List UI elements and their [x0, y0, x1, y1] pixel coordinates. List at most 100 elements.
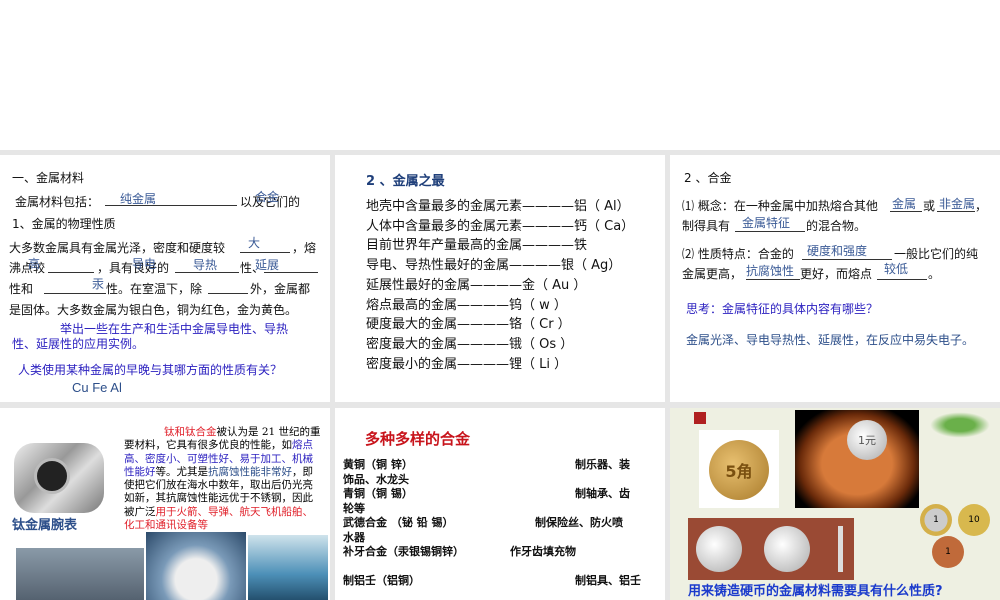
coin-1-yuan: 1元	[847, 420, 887, 460]
text: 高、密度小、可塑性好、易于加工、机械	[124, 452, 313, 465]
question: 思考：金属特征的具体内容有哪些？	[686, 302, 879, 316]
answer: 高	[28, 257, 41, 271]
record-item: 熔点最高的金属————钨（ w ）	[366, 297, 567, 313]
coin-on-table-image: 1元	[795, 410, 919, 508]
coin-5-jiao: 5角	[709, 440, 769, 500]
text: 大多数金属具有金属光泽，密度和硬度较	[9, 241, 226, 255]
slide-metal-records: 2 、金属之最 地壳中含量最多的金属元素————铝（ Al） 人体中含量最多的金属…	[335, 155, 665, 402]
alloy-use: 制乐器、装	[575, 458, 630, 471]
coin	[696, 526, 742, 572]
text: 或	[923, 199, 936, 213]
slide-alloy: 2 、合金 ⑴ 概念：在一种金属中加热熔合其他 金属 或 非金属 ， 制得具有 …	[670, 155, 1000, 402]
text: 使把它们放在海水中数年，取出后仍光亮	[124, 479, 313, 492]
record-item: 硬度最大的金属————铬（ Cr ）	[366, 317, 571, 333]
record-item: 导电、导热性最好的金属————银（ Ag）	[366, 258, 622, 274]
slide-metal-materials: 一、金属材料 金属材料包括： 纯金属 以及它们的 合金 1、金属的物理性质 大多…	[0, 155, 330, 402]
text: 金属材料包括：	[15, 195, 100, 209]
euro-coin-10: 10	[958, 504, 990, 536]
record-item: 密度最小的金属————锂（ Li ）	[366, 356, 568, 372]
text: 性。在室温下，除	[106, 282, 203, 296]
watch-image	[14, 443, 104, 513]
subheading: 1、金属的物理性质	[12, 217, 116, 231]
text: 抗腐蚀性能非常好	[208, 465, 292, 478]
slide-alloys: 多种多样的合金 黄铜（铜 锌） 制乐器、装 饰品、水龙头 青铜（铜 锡） 制轴承、齿 轮等…	[335, 408, 665, 600]
surgery-image	[248, 535, 328, 600]
answer: 汞	[92, 277, 105, 291]
text: ，	[975, 199, 988, 213]
metals: Cu Fe Al	[72, 380, 122, 395]
text: 熔点	[292, 439, 313, 452]
heading: 2 、合金	[684, 171, 732, 185]
coin	[764, 526, 810, 572]
text: 等。尤其是	[155, 465, 209, 478]
text: 的混合物。	[806, 219, 867, 233]
blank	[735, 231, 805, 232]
alloy-use: 制保险丝、防火喷	[535, 516, 623, 529]
text: 被认为是 21 世纪的重	[216, 426, 321, 438]
title: 多种多样的合金	[365, 430, 471, 448]
skull-image	[146, 532, 246, 600]
record-item: 延展性最好的金属————金（ Au ）	[366, 277, 587, 293]
alloy-name: 制铝壬（铝铜）	[343, 574, 420, 587]
caption: 钛金属腕表	[12, 518, 78, 533]
euro-coin-cent: 1	[932, 536, 964, 568]
text: 。	[928, 267, 941, 281]
implant-image	[16, 548, 144, 600]
question: 用来铸造硬币的金属材料需要具有什么性质?	[688, 584, 943, 599]
blank-top-area	[0, 0, 1000, 150]
titanium-text: 钛和钛合金被认为是 21 世纪的重 要材料，它具有很多优良的性能，如熔点 高、密…	[124, 426, 329, 532]
answer: 较低	[884, 262, 909, 276]
answer: 硬度和强度	[807, 244, 868, 258]
question: 人类使用某种金属的早晚与其哪方面的性质有关？	[18, 363, 283, 377]
text: 外，金属都	[250, 282, 311, 296]
text: 性能好	[124, 465, 156, 478]
answer-text: 金属光泽、导电导热性、延展性，在反应中易失电子。	[686, 333, 975, 347]
record-item: 地壳中含量最多的金属元素————铝（ Al）	[366, 199, 630, 214]
slide-titanium: 钛金属腕表 钛和钛合金被认为是 21 世纪的重 要材料，它具有很多优良的性能，如…	[0, 408, 330, 600]
answer: 金属	[892, 197, 917, 211]
coin-image: 5角	[699, 430, 779, 508]
answer: 导电	[132, 257, 157, 271]
blank	[208, 293, 248, 294]
text: 如新，其抗腐蚀性能远优于不锈钢，因此	[124, 492, 313, 505]
leaf-decoration	[925, 410, 995, 440]
alloy-name: 武德合金 （铋 铅 锡）	[343, 516, 454, 529]
text: 要材料，它具有很多优良的性能，如	[124, 439, 292, 452]
record-item: 人体中含量最多的金属元素————钙（ Ca）	[366, 218, 635, 234]
answer: 抗腐蚀性	[746, 264, 795, 278]
alloy-use: 作牙齿填充物	[510, 545, 576, 558]
answer: 金属特征	[742, 216, 791, 230]
coin-edge	[838, 526, 843, 572]
euro-coin-1: 1	[920, 504, 952, 536]
answer: 非金属	[939, 197, 976, 211]
text: 用于火箭、导弹、航天飞机船舶、	[155, 505, 314, 518]
record-item: 目前世界年产量最高的金属————铁	[366, 238, 588, 254]
text: 金属更高，	[682, 267, 743, 281]
answer: 合金	[255, 190, 280, 204]
text: ，即	[292, 465, 313, 478]
answer: 导热	[193, 258, 218, 272]
record-item: 密度最大的金属————锇（ Os ）	[366, 336, 574, 352]
answer: 纯金属	[120, 192, 157, 206]
text: ⑴ 概念：在一种金属中加热熔合其他	[682, 199, 878, 213]
text: 被广泛	[124, 505, 156, 518]
heading: 一、金属材料	[12, 171, 85, 185]
heading: 2 、金属之最	[366, 174, 445, 189]
coins-row-image	[688, 518, 854, 580]
slide-coins: 5角 1元 1 10 1 用来铸造硬币的金属材料需要具有什么性质?	[670, 408, 1000, 600]
text: 是固体。大多数金属为银白色，铜为红色，金为黄色。	[9, 303, 298, 317]
blank	[44, 293, 106, 294]
blank	[877, 279, 927, 280]
text: 制得具有	[682, 219, 731, 233]
text: 化工和通讯设备等	[124, 519, 208, 532]
question: 性、延展性的应用实例。	[12, 337, 145, 351]
alloy-name: 青铜（铜 锡）	[343, 487, 413, 500]
blank	[802, 259, 892, 260]
blank	[746, 279, 800, 280]
answer: 大	[248, 236, 261, 250]
alloy-name: 黄铜（铜 锌）	[343, 458, 413, 471]
seal-icon	[694, 412, 706, 424]
text: ，熔	[292, 241, 317, 255]
blank	[240, 252, 290, 253]
blank	[48, 272, 94, 273]
